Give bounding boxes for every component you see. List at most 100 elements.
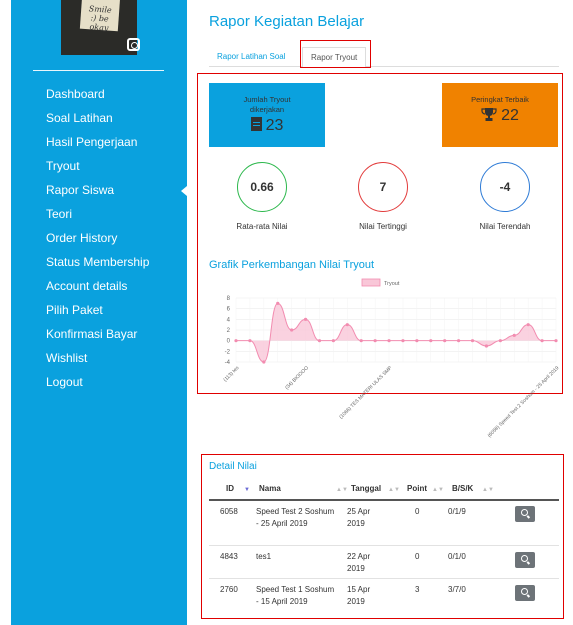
- column-header-id[interactable]: ID: [226, 484, 234, 493]
- column-header-point[interactable]: Point: [407, 484, 427, 493]
- sidebar-item-konfirmasi-bayar[interactable]: Konfirmasi Bayar: [46, 326, 166, 342]
- row-2-tanggal: 22 Apr 2019: [347, 552, 371, 573]
- highest-score-circle: 7: [358, 162, 408, 212]
- sidebar: Smile :) be okay Dashboard Soal Latihan …: [11, 0, 187, 625]
- sidebar-item-order-history[interactable]: Order History: [46, 230, 166, 246]
- data-point: [248, 339, 252, 343]
- legend-label: Tryout: [384, 281, 400, 287]
- row-divider: [209, 545, 559, 546]
- sidebar-item-tryout[interactable]: Tryout: [46, 158, 166, 174]
- x-tick-label: (34) BIOOOO: [284, 365, 310, 391]
- sidebar-item-soal-latihan[interactable]: Soal Latihan: [46, 110, 166, 126]
- y-tick-label: 4: [227, 317, 231, 323]
- data-point: [303, 317, 308, 321]
- sort-icon[interactable]: ▲▼: [388, 487, 400, 493]
- data-point: [373, 339, 377, 343]
- lowest-score-label: Nilai Terendah: [479, 222, 531, 231]
- average-score-circle: 0.66: [237, 162, 287, 212]
- tab-rapor-latihan-soal[interactable]: Rapor Latihan Soal: [209, 47, 294, 67]
- data-point: [276, 301, 280, 305]
- sidebar-item-status-membership[interactable]: Status Membership: [46, 254, 166, 270]
- row-1-nama: Speed Test 2 Soshum - 25 April 2019: [256, 507, 335, 528]
- data-point: [359, 339, 363, 343]
- column-header-bsk[interactable]: B/S/K: [452, 484, 473, 493]
- y-tick-label: -2: [225, 349, 231, 355]
- data-point: [554, 339, 558, 343]
- trophy-icon: [481, 108, 497, 121]
- y-tick-label: -4: [225, 360, 231, 366]
- data-point: [290, 328, 294, 332]
- tab-rapor-tryout[interactable]: Rapor Tryout: [302, 47, 367, 68]
- row-3-nama: Speed Test 1 Soshum - 15 April 2019: [256, 585, 335, 606]
- chart-title: Grafik Perkembangan Nilai Tryout: [209, 259, 375, 271]
- score-chart: 8 6 4 2 0 -2 -4 Tryout (113) tes (34) BIOOOO (1066…: [222, 278, 561, 439]
- instagram-icon[interactable]: [127, 38, 140, 51]
- row-2-view-button[interactable]: [515, 552, 535, 568]
- x-tick-label: (1066) TES MATERI ULAS SMP: [338, 365, 394, 421]
- tryout-count-label: Jumlah Tryout dikerjakan: [243, 95, 291, 114]
- data-point: [429, 339, 433, 343]
- sidebar-item-dashboard[interactable]: Dashboard: [46, 86, 166, 102]
- row-1-id: 6058: [220, 507, 238, 516]
- sidebar-item-pilih-paket[interactable]: Pilih Paket: [46, 302, 166, 318]
- data-point: [512, 333, 516, 337]
- sort-desc-icon[interactable]: ▼: [244, 487, 250, 493]
- legend-swatch: [361, 278, 381, 287]
- data-point: [443, 339, 447, 343]
- row-1-view-button[interactable]: [515, 506, 535, 522]
- row-divider: [209, 578, 559, 579]
- x-tick-label: (6058) Speed Test 2 Soshum - 25 April 20…: [487, 365, 561, 439]
- sidebar-item-hasil-pengerjaan[interactable]: Hasil Pengerjaan: [46, 134, 166, 150]
- row-1-tanggal: 25 Apr 2019: [347, 507, 371, 528]
- data-point: [540, 339, 544, 343]
- data-point: [498, 339, 502, 343]
- best-rank-value: 22: [501, 107, 519, 124]
- row-3-tanggal: 15 Apr 2019: [347, 585, 371, 606]
- data-point: [345, 323, 349, 327]
- highest-score-label: Nilai Tertinggi: [359, 222, 407, 231]
- column-header-nama[interactable]: Nama: [259, 484, 281, 493]
- row-3-bsk: 3/7/0: [448, 585, 466, 594]
- data-point: [401, 339, 405, 343]
- row-2-id: 4843: [220, 552, 238, 561]
- sidebar-item-wishlist[interactable]: Wishlist: [46, 350, 166, 366]
- active-item-caret: [181, 186, 187, 196]
- row-2-nama: tes1: [256, 552, 272, 561]
- sidebar-item-logout[interactable]: Logout: [46, 374, 166, 390]
- best-rank-card: Peringkat Terbaik 22: [442, 83, 558, 147]
- table-header-divider: [209, 499, 559, 501]
- column-header-tanggal[interactable]: Tanggal: [351, 484, 381, 493]
- data-point: [317, 339, 322, 343]
- tryout-count-card: Jumlah Tryout dikerjakan 23: [209, 83, 325, 147]
- row-3-id: 2760: [220, 585, 238, 594]
- series-area: [236, 303, 556, 362]
- document-icon: [250, 117, 262, 131]
- sidebar-item-teori[interactable]: Teori: [46, 206, 166, 222]
- data-point: [387, 339, 391, 343]
- tryout-count-value: 23: [265, 117, 284, 134]
- sidebar-item-account-details[interactable]: Account details: [46, 278, 166, 294]
- row-1-point: 0: [415, 507, 420, 516]
- sort-icon[interactable]: ▲▼: [336, 487, 348, 493]
- data-point: [470, 339, 475, 343]
- sort-icon[interactable]: ▲▼: [482, 487, 494, 493]
- data-point: [526, 323, 530, 327]
- avatar-note: Smile :) be okay: [79, 0, 121, 33]
- y-tick-label: 6: [227, 307, 231, 313]
- sidebar-divider: [33, 70, 164, 71]
- detail-title: Detail Nilai: [209, 461, 257, 472]
- data-point: [415, 339, 419, 343]
- row-2-bsk: 0/1/0: [448, 552, 466, 561]
- data-point: [484, 344, 489, 348]
- row-2-point: 0: [415, 552, 420, 561]
- row-3-point: 3: [415, 585, 420, 594]
- data-point: [457, 339, 461, 343]
- y-tick-label: 8: [227, 296, 231, 302]
- y-tick-label: 2: [227, 328, 231, 334]
- best-rank-label: Peringkat Terbaik: [471, 95, 529, 104]
- tab-bar: Rapor Latihan Soal Rapor Tryout: [209, 47, 559, 68]
- sidebar-item-rapor-siswa[interactable]: Rapor Siswa: [46, 182, 166, 198]
- row-3-view-button[interactable]: [515, 585, 535, 601]
- sort-icon[interactable]: ▲▼: [432, 487, 444, 493]
- data-point: [331, 339, 335, 343]
